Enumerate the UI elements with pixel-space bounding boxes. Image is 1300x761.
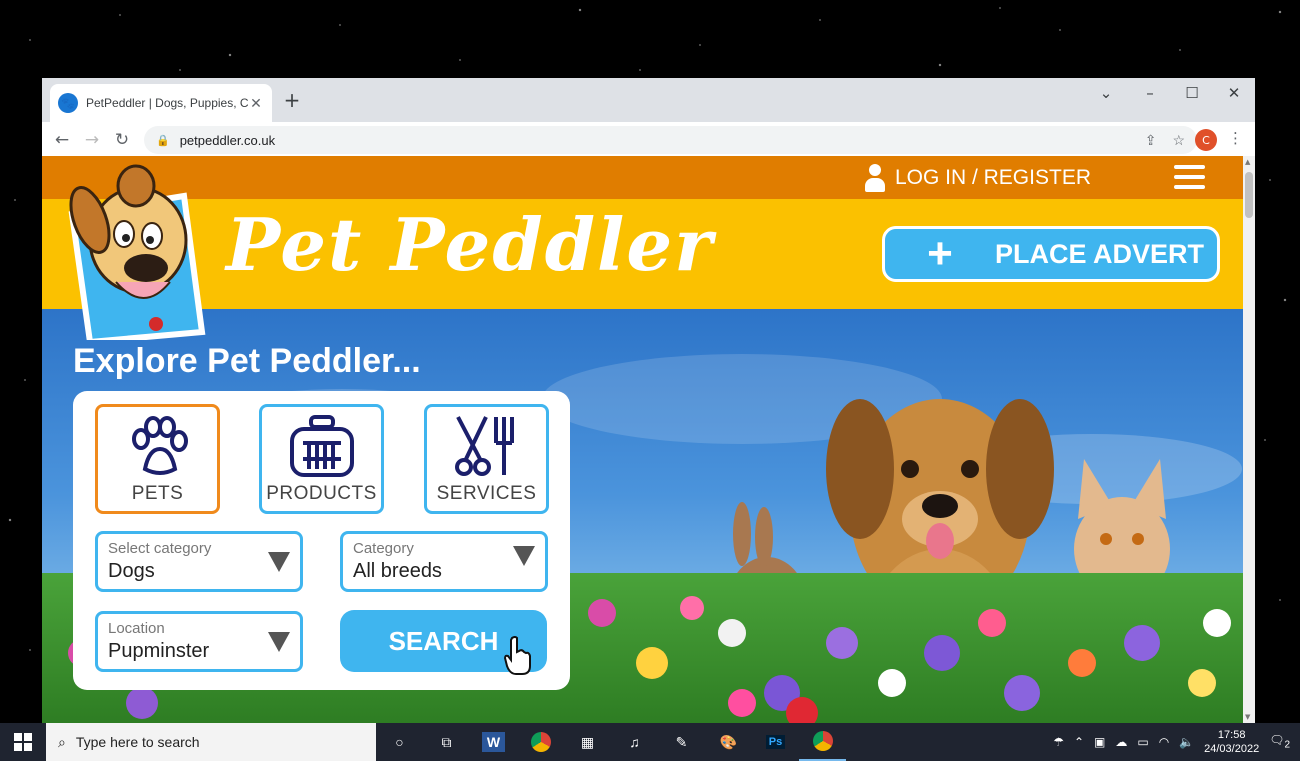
location-select-label: Location [108,620,165,637]
notepad-app-icon[interactable]: ✎ [658,723,705,761]
tab-search-icon[interactable]: ⌄ [1091,84,1121,102]
paint-app-icon[interactable]: 🎨 [705,723,752,761]
windows-logo-icon [14,733,32,751]
meet-now-icon[interactable]: ▣ [1094,735,1105,749]
scissors-and-comb-icon [454,416,514,476]
taskbar-search-placeholder: Type here to search [75,734,200,750]
scroll-up-arrow-icon[interactable]: ▲ [1245,158,1250,166]
back-icon[interactable]: ← [47,130,77,150]
photoshop-app-icon[interactable]: Ps [752,723,799,761]
scrollbar-thumb[interactable] [1245,172,1253,218]
category-select-label: Select category [108,540,212,557]
forward-icon[interactable]: → [77,130,107,150]
location-select[interactable]: Location Pupminster [95,611,303,672]
lock-icon: 🔒 [156,134,170,147]
tab-title: PetPeddler | Dogs, Puppies, Cat [86,96,248,110]
wifi-icon[interactable]: ◠ [1159,735,1169,749]
breed-select-label: Category [353,540,414,557]
explore-heading: Explore Pet Peddler... [73,342,421,380]
category-select[interactable]: Select category Dogs [95,531,303,592]
windows-taskbar: ⌕ Type here to search ○ ⧉ W ▦ ♫ ✎ 🎨 Ps ☂… [0,723,1300,761]
weather-umbrella-icon[interactable]: ☂ [1053,735,1064,749]
search-icon: ⌕ [58,733,66,750]
new-tab-button[interactable]: + [280,88,304,112]
task-view-icon[interactable]: ⧉ [423,723,470,761]
volume-icon[interactable]: 🔈 [1179,735,1194,749]
plus-icon: + [927,229,953,278]
start-button[interactable] [0,733,46,751]
share-icon[interactable]: ⇪ [1145,132,1157,149]
user-icon [864,164,885,192]
minimize-button[interactable]: – [1135,84,1165,102]
itunes-app-icon[interactable]: ♫ [611,723,658,761]
close-tab-icon[interactable]: ✕ [248,95,264,112]
chrome-app-icon[interactable] [517,723,564,761]
browser-toolbar: ← → ↻ 🔒 petpeddler.co.uk ⇪ ☆ C ⋮ [42,122,1255,158]
taskbar-search-box[interactable]: ⌕ Type here to search [46,723,376,761]
paw-icon [131,416,188,475]
word-app-icon[interactable]: W [470,723,517,761]
browser-menu-icon[interactable]: ⋮ [1228,129,1243,147]
scroll-down-arrow-icon[interactable]: ▼ [1245,713,1250,721]
bookmark-star-icon[interactable]: ☆ [1172,132,1185,149]
url-text: petpeddler.co.uk [179,132,276,148]
calculator-app-icon[interactable]: ▦ [564,723,611,761]
tab-strip: 🐾 PetPeddler | Dogs, Puppies, Cat ✕ + ⌄ … [42,78,1255,122]
clock-time: 17:58 [1217,729,1246,741]
login-label: LOG IN / REGISTER [894,166,1091,189]
breed-select-value: All breeds [353,560,442,582]
paw-favicon-icon: 🐾 [58,93,78,113]
address-bar[interactable]: 🔒 petpeddler.co.uk ⇪ ☆ [144,126,1197,154]
category-services-label: SERVICES [436,483,537,504]
cortana-icon[interactable]: ○ [376,723,423,761]
category-services[interactable]: SERVICES [424,404,549,514]
place-advert-button[interactable]: + PLACE ADVERT [882,226,1220,282]
site-brand-title: Pet Peddler [226,202,715,287]
system-tray: ☂ ⌃ ▣ ☁ ▭ ◠ 🔈 17:58 24/03/2022 🗨2 [1053,723,1300,761]
dropdown-arrow-icon [268,552,290,572]
dropdown-arrow-icon [268,632,290,652]
login-register-link[interactable]: LOG IN / REGISTER [864,164,1091,192]
reload-icon[interactable]: ↻ [107,130,137,150]
profile-avatar[interactable]: C [1195,129,1217,151]
battery-icon[interactable]: ▭ [1137,735,1148,749]
category-products-label: PRODUCTS [266,483,377,504]
chrome-active-window-icon[interactable] [799,723,846,761]
web-page: LOG IN / REGISTER Pet Peddler + PLACE AD… [42,156,1243,723]
notification-center-icon[interactable]: 🗨2 [1269,733,1290,750]
hamburger-menu-icon[interactable] [1174,165,1205,189]
category-pets-label: PETS [131,483,184,504]
browser-window: 🐾 PetPeddler | Dogs, Puppies, Cat ✕ + ⌄ … [42,78,1255,723]
hand-cursor-icon [504,636,531,675]
pet-peddler-dog-logo[interactable] [66,164,208,340]
clock[interactable]: 17:58 24/03/2022 [1204,728,1259,756]
show-hidden-icons-icon[interactable]: ⌃ [1074,735,1084,749]
clock-date: 24/03/2022 [1204,743,1260,755]
close-window-button[interactable]: ✕ [1219,84,1249,102]
page-scrollbar[interactable]: ▲ ▼ [1243,156,1255,723]
browser-tab[interactable]: 🐾 PetPeddler | Dogs, Puppies, Cat ✕ [50,84,272,122]
category-products[interactable]: PRODUCTS [259,404,384,514]
category-select-value: Dogs [108,560,155,582]
pet-carrier-icon [289,415,354,477]
breed-select[interactable]: Category All breeds [340,531,548,592]
place-advert-label: PLACE ADVERT [995,238,1205,269]
onedrive-cloud-icon[interactable]: ☁ [1115,735,1127,749]
maximize-button[interactable]: ☐ [1177,84,1207,102]
dropdown-arrow-icon [513,546,535,566]
category-pets[interactable]: PETS [95,404,220,514]
notification-count: 2 [1284,739,1290,751]
search-panel: PETS PRODUCTS SERVICES Select category D… [73,391,570,690]
location-select-value: Pupminster [108,640,210,662]
